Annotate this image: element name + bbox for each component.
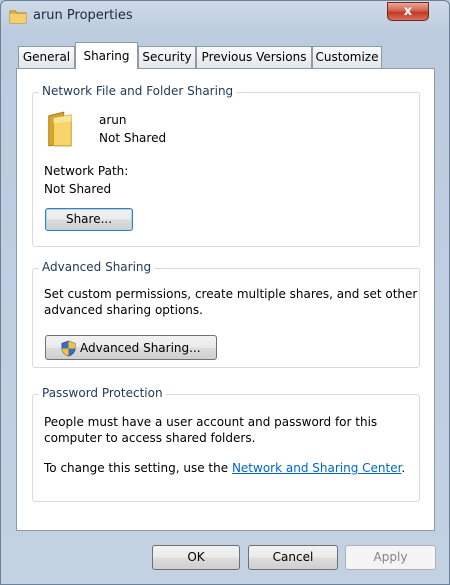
change-setting-text: To change this setting, use the Network … (44, 461, 405, 475)
ok-button[interactable]: OK (152, 545, 240, 570)
tab-previous-versions[interactable]: Previous Versions (196, 46, 312, 68)
password-protection-group: Password Protection People must have a u… (32, 386, 420, 502)
network-sharing-center-link[interactable]: Network and Sharing Center (232, 461, 401, 475)
advanced-sharing-title: Advanced Sharing (39, 260, 155, 274)
window-title: arun Properties (33, 8, 133, 23)
network-sharing-group: Network File and Folder Sharing arun Not… (32, 84, 420, 247)
cancel-button[interactable]: Cancel (248, 545, 338, 570)
advanced-sharing-description-2: advanced sharing options. (44, 303, 203, 317)
uac-shield-icon (61, 340, 76, 357)
tab-customize[interactable]: Customize (312, 46, 382, 68)
change-setting-prefix: To change this setting, use the (44, 461, 232, 475)
advanced-sharing-button-label: Advanced Sharing... (80, 341, 201, 355)
password-protection-description-1: People must have a user account and pass… (44, 415, 378, 429)
network-sharing-title: Network File and Folder Sharing (39, 84, 237, 98)
folder-name: arun (99, 113, 127, 127)
shared-folder-icon (48, 111, 72, 147)
properties-window: arun Properties x General Sharing Securi… (0, 0, 450, 585)
title-bar[interactable]: arun Properties x (1, 1, 449, 33)
folder-icon (9, 10, 27, 24)
network-path-value: Not Shared (44, 182, 112, 196)
apply-button[interactable]: Apply (345, 545, 436, 570)
advanced-sharing-group: Advanced Sharing Set custom permissions,… (32, 260, 420, 368)
close-button[interactable]: x (387, 2, 429, 21)
share-button[interactable]: Share... (45, 208, 133, 231)
advanced-sharing-description-1: Set custom permissions, create multiple … (44, 287, 418, 301)
tab-sharing[interactable]: Sharing (75, 42, 138, 69)
password-protection-description-2: computer to access shared folders. (44, 431, 256, 445)
change-setting-suffix: . (401, 461, 406, 475)
network-path-label: Network Path: (44, 164, 129, 178)
tab-general[interactable]: General (18, 46, 75, 68)
password-protection-title: Password Protection (39, 386, 166, 400)
sharing-tab-panel: Network File and Folder Sharing arun Not… (16, 68, 435, 531)
tab-security[interactable]: Security (138, 46, 196, 68)
folder-share-status: Not Shared (99, 131, 167, 145)
advanced-sharing-button[interactable]: Advanced Sharing... (45, 335, 217, 360)
